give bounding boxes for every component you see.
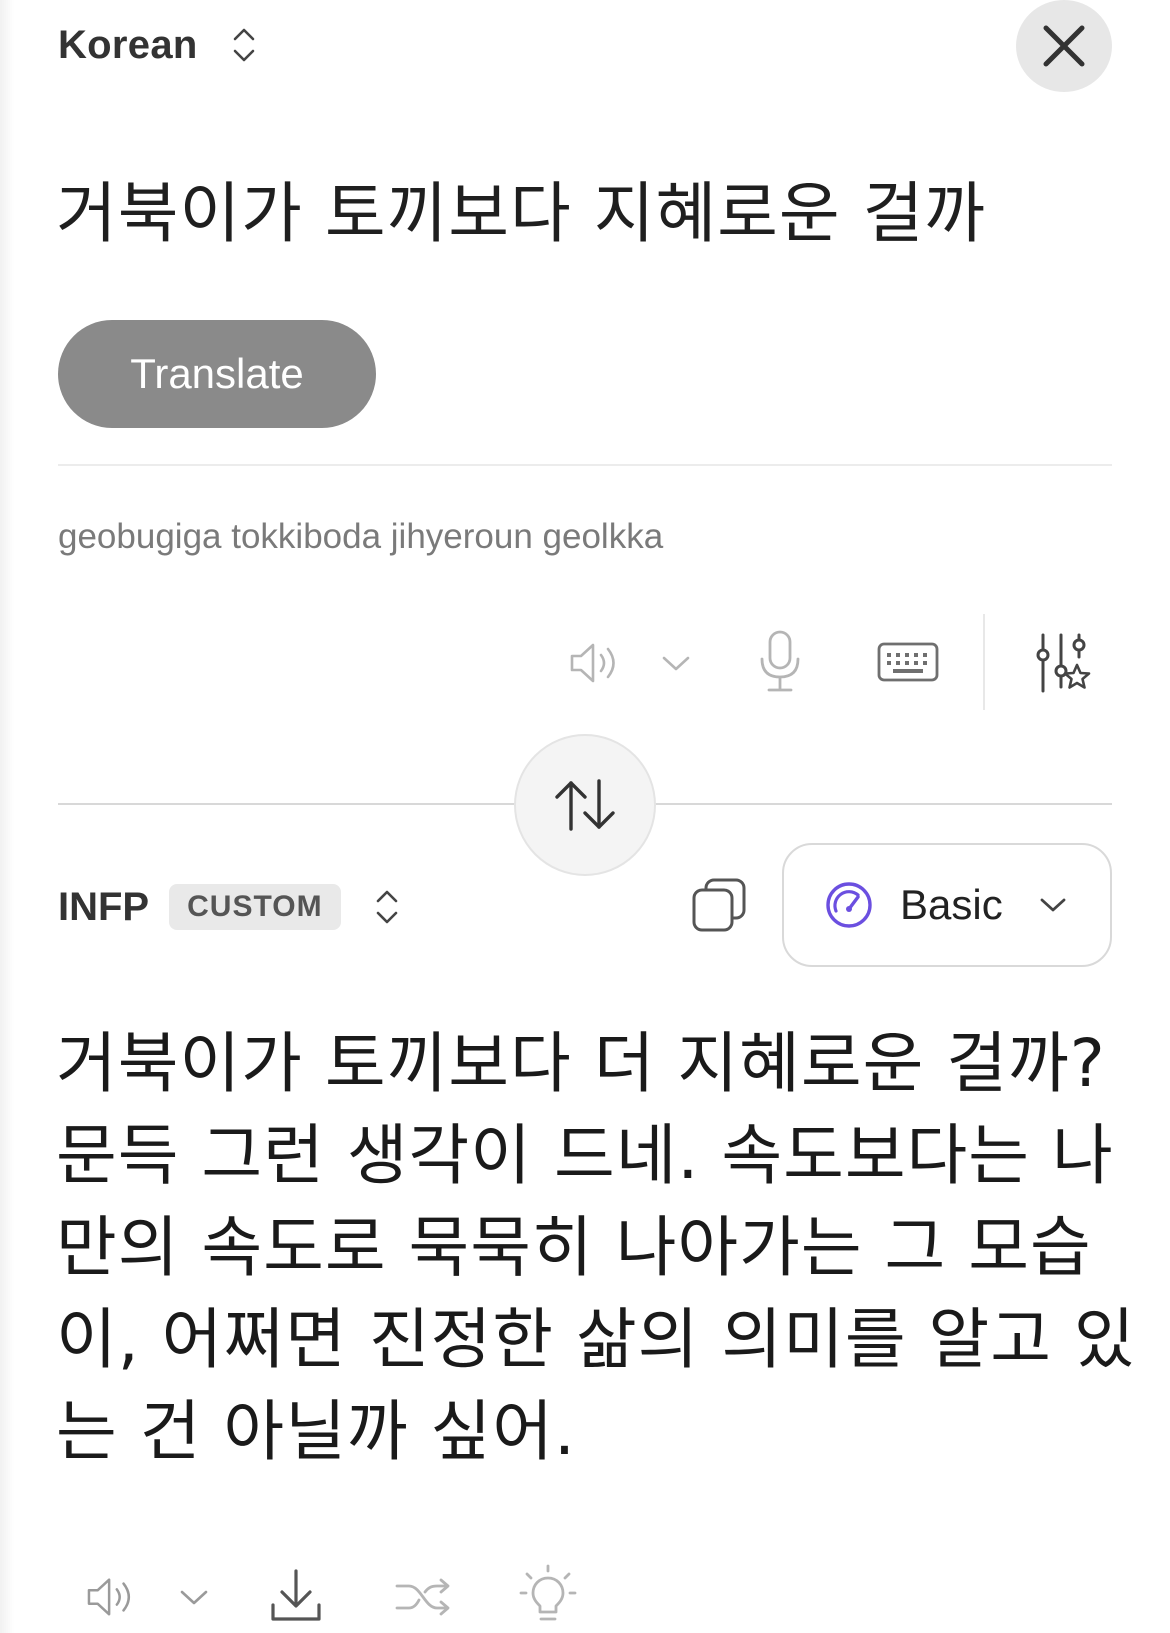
copy-icon (692, 878, 746, 932)
translated-text-line: 이, 어쩌면 진정한 삶의 의미를 알고 있 (56, 1301, 1136, 1378)
shuffle-icon (395, 1578, 450, 1616)
lightbulb-icon (519, 1564, 577, 1621)
target-language-selector[interactable]: INFP CUSTOM (58, 880, 399, 934)
listen-source-button[interactable] (566, 636, 626, 690)
source-text[interactable]: 거북이가 토끼보다 지혜로운 걸까 (56, 160, 986, 256)
microphone-button[interactable] (752, 628, 808, 696)
copy-button[interactable] (690, 876, 748, 934)
left-edge-shadow (0, 0, 14, 1633)
swap-arrows-icon (555, 779, 615, 831)
source-language-selector[interactable]: Korean (58, 18, 256, 72)
swap-languages-button[interactable] (514, 734, 656, 876)
toolbar-separator (983, 614, 985, 710)
close-button[interactable] (1016, 0, 1112, 92)
speedometer-icon (826, 882, 872, 928)
chevron-down-icon (1040, 898, 1066, 912)
close-icon (1043, 25, 1085, 67)
chevron-down-icon (180, 1590, 208, 1605)
source-language-label: Korean (58, 22, 198, 67)
translator-panel: Korean 거북이가 토끼보다 지혜로운 걸까 Translate geobu… (0, 0, 1170, 1633)
keyboard-button[interactable] (876, 638, 940, 686)
download-button[interactable] (268, 1566, 324, 1626)
translated-text[interactable]: 거북이가 토끼보다 더 지혜로운 걸까? 문득 그런 생각이 드네. 속도보다는… (56, 1018, 1136, 1478)
romanization-text: geobugiga tokkiboda jihyeroun geolkka (58, 517, 664, 556)
download-icon (271, 1569, 321, 1621)
chevron-down-icon (662, 656, 690, 671)
keyboard-icon (877, 642, 939, 682)
tips-button[interactable] (518, 1564, 578, 1626)
microphone-icon (760, 630, 800, 692)
target-language-label: INFP (58, 884, 150, 929)
customize-settings-button[interactable] (1032, 630, 1092, 696)
divider (58, 464, 1112, 466)
updown-chevron-icon (233, 28, 254, 62)
translated-text-line: 거북이가 토끼보다 더 지혜로운 걸까? (56, 1025, 1106, 1102)
mode-selector[interactable]: Basic (782, 843, 1112, 967)
updown-chevron-icon (376, 890, 397, 924)
voice-options-dropdown[interactable] (658, 648, 694, 678)
sliders-star-icon (1036, 633, 1091, 693)
translate-button[interactable]: Translate (58, 320, 376, 428)
translated-text-line: 는 건 아닐까 싶어. (56, 1393, 576, 1470)
speaker-icon (87, 1578, 131, 1616)
translation-voice-dropdown[interactable] (176, 1584, 212, 1610)
translated-text-line: 문득 그런 생각이 드네. 속도보다는 나 (56, 1117, 1114, 1194)
speaker-icon (570, 643, 615, 683)
rephrase-button[interactable] (392, 1570, 454, 1624)
listen-translation-button[interactable] (84, 1570, 140, 1624)
translated-text-line: 만의 속도로 묵묵히 나아가는 그 모습 (56, 1209, 1092, 1286)
mode-label: Basic (900, 881, 1003, 928)
custom-badge: CUSTOM (169, 884, 341, 930)
